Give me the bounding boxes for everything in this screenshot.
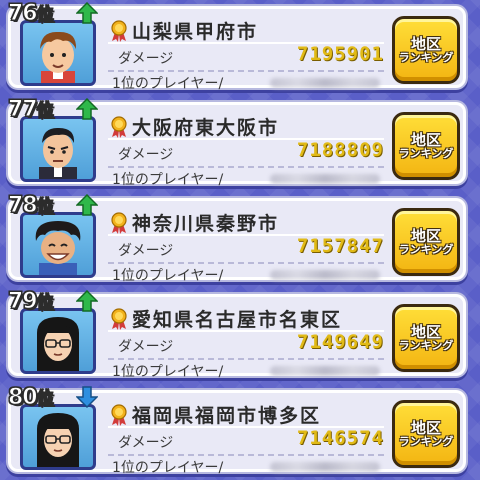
player-avatar <box>20 308 96 374</box>
trend-up-icon <box>75 289 99 312</box>
medal-icon <box>110 20 128 42</box>
divider <box>108 262 384 264</box>
region-name: 福岡県福岡市博多区 <box>132 405 322 427</box>
region-name: 大阪府東大阪市 <box>132 117 280 139</box>
button-label-line2: ランキング <box>398 339 454 353</box>
region-name: 山梨県甲府市 <box>132 21 259 43</box>
rank-number: 80位 <box>8 385 55 411</box>
trend-up-icon <box>75 193 99 216</box>
blurred-player-name <box>270 366 380 376</box>
top-player-label: 1位のプレイヤー/ <box>112 172 224 188</box>
district-ranking-button[interactable]: 地区 ランキング <box>392 16 460 84</box>
ranking-list: 山梨県甲府市 ダメージ 7195901 1位のプレイヤー/ 地区 ランキング 7… <box>0 0 480 480</box>
divider <box>108 70 384 72</box>
damage-label: ダメージ <box>118 435 174 451</box>
divider <box>108 454 384 456</box>
player-avatar <box>20 212 96 278</box>
medal-icon <box>110 116 128 138</box>
button-label-line1: 地区 <box>410 34 441 53</box>
damage-value: 7195901 <box>296 43 384 65</box>
district-ranking-button[interactable]: 地区 ランキング <box>392 112 460 180</box>
rank-number: 77位 <box>8 97 55 123</box>
ranking-row: 福岡県福岡市博多区 ダメージ 7146574 1位のプレイヤー/ 地区 ランキン… <box>6 384 468 476</box>
rank-number: 76位 <box>8 1 55 27</box>
medal-icon <box>110 404 128 426</box>
medal-icon <box>110 212 128 234</box>
trend-up-icon <box>75 97 99 120</box>
district-ranking-button[interactable]: 地区 ランキング <box>392 304 460 372</box>
damage-value: 7146574 <box>296 427 384 449</box>
ranking-row: 山梨県甲府市 ダメージ 7195901 1位のプレイヤー/ 地区 ランキング 7… <box>6 0 468 92</box>
blurred-player-name <box>270 78 380 88</box>
ranking-row: 愛知県名古屋市名東区 ダメージ 7149649 1位のプレイヤー/ 地区 ランキ… <box>6 288 468 380</box>
button-label-line1: 地区 <box>410 418 441 437</box>
top-player-label: 1位のプレイヤー/ <box>112 364 224 380</box>
damage-value: 7149649 <box>296 331 384 353</box>
ranking-row: 大阪府東大阪市 ダメージ 7188809 1位のプレイヤー/ 地区 ランキング … <box>6 96 468 188</box>
blurred-player-name <box>270 174 380 184</box>
damage-label: ダメージ <box>118 339 174 355</box>
district-ranking-button[interactable]: 地区 ランキング <box>392 208 460 276</box>
ranking-row: 神奈川県秦野市 ダメージ 7157847 1位のプレイヤー/ 地区 ランキング … <box>6 192 468 284</box>
district-ranking-button[interactable]: 地区 ランキング <box>392 400 460 468</box>
player-avatar <box>20 404 96 470</box>
trend-down-icon <box>75 386 99 409</box>
button-label-line2: ランキング <box>398 435 454 449</box>
player-avatar <box>20 20 96 86</box>
blurred-player-name <box>270 270 380 280</box>
rank-number: 78位 <box>8 193 55 219</box>
damage-value: 7188809 <box>296 139 384 161</box>
damage-label: ダメージ <box>118 51 174 67</box>
region-name: 神奈川県秦野市 <box>132 213 280 235</box>
divider <box>108 358 384 360</box>
trend-up-icon <box>75 1 99 24</box>
button-label-line2: ランキング <box>398 147 454 161</box>
damage-value: 7157847 <box>296 235 384 257</box>
rank-number: 79位 <box>8 289 55 315</box>
top-player-label: 1位のプレイヤー/ <box>112 460 224 476</box>
damage-label: ダメージ <box>118 243 174 259</box>
blurred-player-name <box>270 462 380 472</box>
top-player-label: 1位のプレイヤー/ <box>112 76 224 92</box>
button-label-line2: ランキング <box>398 243 454 257</box>
divider <box>108 166 384 168</box>
top-player-label: 1位のプレイヤー/ <box>112 268 224 284</box>
medal-icon <box>110 308 128 330</box>
button-label-line1: 地区 <box>410 322 441 341</box>
player-avatar <box>20 116 96 182</box>
button-label-line2: ランキング <box>398 51 454 65</box>
region-name: 愛知県名古屋市名東区 <box>132 309 343 331</box>
button-label-line1: 地区 <box>410 226 441 245</box>
button-label-line1: 地区 <box>410 130 441 149</box>
damage-label: ダメージ <box>118 147 174 163</box>
